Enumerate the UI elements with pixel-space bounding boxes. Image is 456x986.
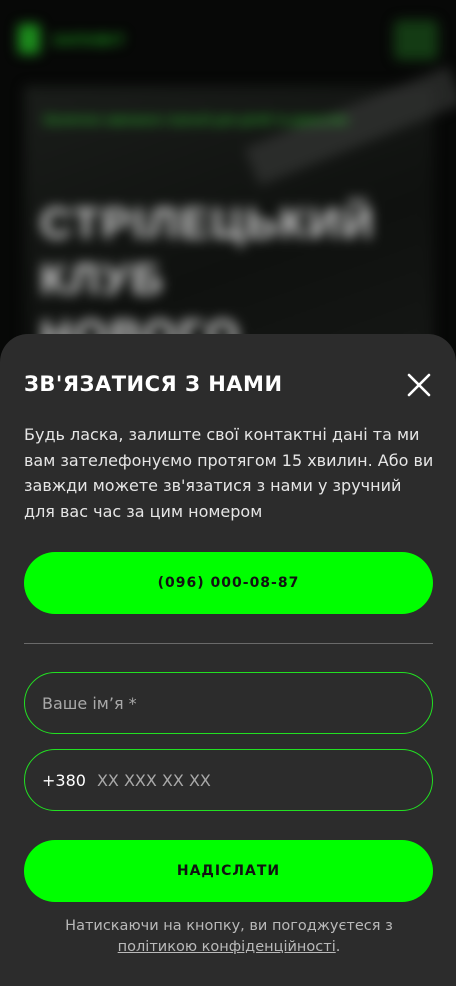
modal-title: ЗВ'ЯЗАТИСЯ З НАМИ [24, 372, 283, 396]
name-placeholder: Ваше ім’я * [42, 693, 137, 713]
name-field[interactable]: Ваше ім’я * [24, 672, 433, 734]
divider [24, 643, 433, 644]
modal-description: Будь ласка, залиште свої контактні дані … [24, 425, 434, 521]
submit-button[interactable]: НАДІСЛАТИ [24, 840, 433, 902]
logo-mark [18, 24, 40, 54]
consent-text: Натискаючи на кнопку, ви погоджуєтеся з [65, 918, 393, 934]
hero-subtitle: Безпечне навчання стрільбі для дітей та … [44, 112, 349, 127]
site-logo: ЗАПОВІТ [18, 24, 168, 54]
menu-button [394, 20, 438, 60]
consent-note: Натискаючи на кнопку, ви погоджуєтеся з … [24, 916, 434, 958]
close-button[interactable] [400, 366, 438, 404]
contact-modal: ЗВ'ЯЗАТИСЯ З НАМИ Будь ласка, залиште св… [0, 334, 456, 986]
close-icon [407, 373, 431, 397]
phone-prefix: +380 [42, 770, 86, 790]
logo-text: ЗАПОВІТ [52, 32, 126, 49]
phone-placeholder: XX XXX XX XX [96, 770, 211, 790]
privacy-policy-link[interactable]: політикою конфіденційності [118, 939, 336, 955]
call-phone-button[interactable]: (096) 000-08-87 [24, 552, 433, 614]
consent-end: . [335, 939, 341, 955]
phone-field[interactable]: +380 XX XXX XX XX [24, 749, 433, 811]
